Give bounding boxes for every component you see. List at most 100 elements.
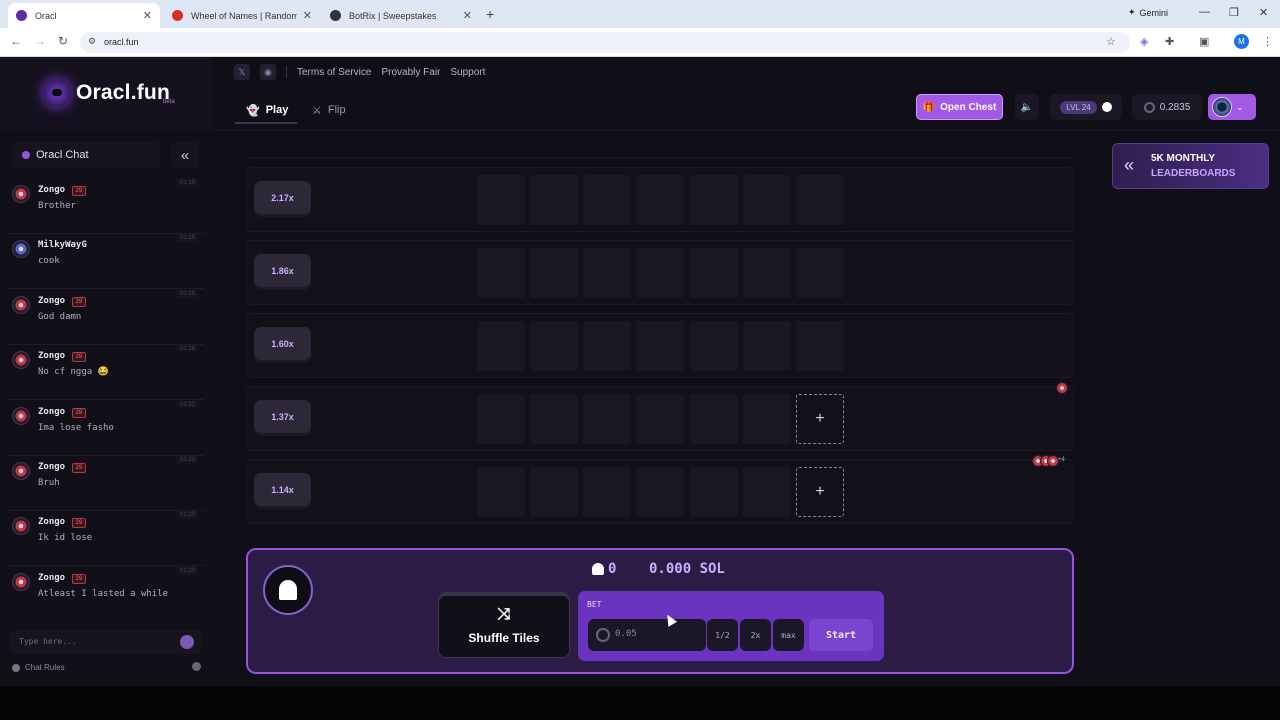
tile[interactable] bbox=[636, 467, 684, 517]
tile[interactable] bbox=[743, 175, 791, 225]
chat-avatar[interactable] bbox=[12, 461, 30, 480]
double-bet-button[interactable]: 2x bbox=[740, 619, 771, 651]
chat-username[interactable]: Zongo bbox=[38, 185, 65, 195]
chat-username[interactable]: Zongo bbox=[38, 351, 65, 361]
new-tab-icon[interactable]: + bbox=[486, 6, 494, 22]
bookmark-star-icon[interactable]: ☆ bbox=[1106, 35, 1116, 48]
collapse-chat-button[interactable]: « bbox=[171, 142, 199, 168]
browser-tab-wheel-of-names[interactable]: Wheel of Names | Random nam ✕ bbox=[164, 3, 320, 28]
open-chest-button[interactable]: 🎁 Open Chest bbox=[916, 94, 1003, 120]
chat-avatar[interactable] bbox=[12, 240, 30, 259]
menu-kebab-icon[interactable]: ⋮ bbox=[1262, 35, 1273, 48]
discord-icon[interactable]: ◉ bbox=[260, 64, 276, 80]
tile[interactable] bbox=[796, 175, 844, 225]
logo-area[interactable]: Oracl.fun beta bbox=[0, 57, 213, 130]
chat-avatar[interactable] bbox=[12, 185, 30, 203]
half-bet-button[interactable]: 1/2 bbox=[707, 619, 738, 651]
provably-fair-link[interactable]: Provably Fair bbox=[381, 67, 440, 78]
tile[interactable] bbox=[477, 394, 525, 444]
tile[interactable] bbox=[636, 394, 684, 444]
browser-tab-botrix[interactable]: BotRix | Sweepstakes ✕ bbox=[322, 3, 480, 28]
tile[interactable] bbox=[743, 321, 791, 371]
tile[interactable] bbox=[530, 321, 578, 371]
tile[interactable] bbox=[530, 248, 578, 298]
extension-icon[interactable]: ◈ bbox=[1140, 35, 1148, 48]
chat-avatar[interactable] bbox=[12, 351, 30, 370]
tile[interactable] bbox=[477, 467, 525, 517]
browser-tab-oracl[interactable]: Oracl ✕ bbox=[8, 3, 160, 28]
close-tab-icon[interactable]: ✕ bbox=[463, 9, 472, 22]
tile[interactable] bbox=[583, 321, 631, 371]
tile[interactable] bbox=[690, 321, 738, 371]
start-button[interactable]: Start bbox=[809, 619, 873, 651]
leaderboard-promo[interactable]: « 5K MONTHLY LEADERBOARDS bbox=[1112, 143, 1269, 189]
sound-toggle-button[interactable]: 🔈 bbox=[1015, 94, 1039, 120]
add-tile-button[interactable]: + bbox=[796, 394, 844, 444]
profile-avatar[interactable]: M bbox=[1234, 34, 1249, 49]
chat-avatar[interactable] bbox=[12, 406, 30, 425]
chat-username[interactable]: MilkyWayG bbox=[38, 240, 87, 250]
site-info-icon[interactable]: ⚙ bbox=[88, 36, 96, 47]
restore-icon[interactable]: ❐ bbox=[1229, 6, 1239, 19]
emoji-icon[interactable] bbox=[192, 662, 201, 671]
x-twitter-icon[interactable]: 𝕏 bbox=[234, 64, 250, 80]
tile[interactable] bbox=[690, 248, 738, 298]
tile[interactable] bbox=[636, 321, 684, 371]
tile[interactable] bbox=[477, 321, 525, 371]
reload-icon[interactable]: ↻ bbox=[58, 34, 68, 48]
forward-icon[interactable]: → bbox=[34, 34, 46, 48]
tile[interactable] bbox=[743, 467, 791, 517]
tile[interactable] bbox=[530, 467, 578, 517]
tile[interactable] bbox=[796, 321, 844, 371]
tile[interactable] bbox=[477, 175, 525, 225]
terms-link[interactable]: Terms of Service bbox=[297, 67, 371, 78]
close-tab-icon[interactable]: ✕ bbox=[143, 9, 152, 22]
tile[interactable] bbox=[690, 175, 738, 225]
tile[interactable] bbox=[636, 175, 684, 225]
tile[interactable] bbox=[530, 175, 578, 225]
tile[interactable] bbox=[636, 248, 684, 298]
tile[interactable] bbox=[530, 394, 578, 444]
tile[interactable] bbox=[583, 467, 631, 517]
tile[interactable] bbox=[583, 394, 631, 444]
account-menu-button[interactable]: ⌄ bbox=[1208, 94, 1256, 120]
chat-username[interactable]: Zongo bbox=[38, 462, 65, 472]
tab-play[interactable]: 👻 Play bbox=[246, 99, 288, 121]
tile[interactable] bbox=[583, 175, 631, 225]
support-link[interactable]: Support bbox=[450, 67, 485, 78]
max-bet-button[interactable]: max bbox=[773, 619, 804, 651]
coin-icon bbox=[596, 628, 610, 642]
balance-display[interactable]: 0.2835 bbox=[1132, 94, 1202, 120]
chat-messages[interactable]: Zongo 29 01:15 Brother MilkyWayG 01:15 cook Zon… bbox=[8, 179, 204, 604]
level-badge[interactable]: LVL 24 bbox=[1050, 94, 1122, 120]
window-close-icon[interactable]: ✕ bbox=[1259, 6, 1268, 19]
tile[interactable] bbox=[583, 248, 631, 298]
tile[interactable] bbox=[690, 394, 738, 444]
back-icon[interactable]: ← bbox=[10, 34, 22, 48]
add-tile-button[interactable]: + bbox=[796, 467, 844, 517]
tab-flip[interactable]: ⚔ Flip bbox=[312, 99, 346, 121]
side-panel-icon[interactable]: ▣ bbox=[1199, 35, 1209, 48]
gemini-button[interactable]: ✦ Gemini bbox=[1128, 7, 1168, 18]
chat-avatar[interactable] bbox=[12, 572, 30, 591]
chat-input[interactable]: Type here... bbox=[10, 630, 202, 654]
chat-rules-link[interactable]: Chat Rules bbox=[12, 663, 65, 672]
shuffle-tiles-button[interactable]: ⤨ Shuffle Tiles bbox=[438, 592, 570, 658]
extensions-puzzle-icon[interactable]: ✚ bbox=[1165, 35, 1174, 48]
close-tab-icon[interactable]: ✕ bbox=[303, 9, 312, 22]
bet-amount-input[interactable]: 0.05 bbox=[588, 619, 706, 651]
tile[interactable] bbox=[690, 467, 738, 517]
chat-username[interactable]: Zongo bbox=[38, 407, 65, 417]
tile[interactable] bbox=[477, 248, 525, 298]
chat-username[interactable]: Zongo bbox=[38, 517, 65, 527]
chat-avatar[interactable] bbox=[12, 295, 30, 314]
minimize-icon[interactable]: — bbox=[1199, 6, 1210, 18]
address-bar[interactable]: ⚙ oracl.fun bbox=[80, 32, 1130, 53]
tile[interactable] bbox=[796, 248, 844, 298]
chat-avatar[interactable] bbox=[12, 517, 30, 536]
chat-username[interactable]: Zongo bbox=[38, 573, 65, 583]
chat-avatar-send-icon[interactable] bbox=[180, 635, 194, 649]
tile[interactable] bbox=[743, 394, 791, 444]
chat-username[interactable]: Zongo bbox=[38, 296, 65, 306]
tile[interactable] bbox=[743, 248, 791, 298]
